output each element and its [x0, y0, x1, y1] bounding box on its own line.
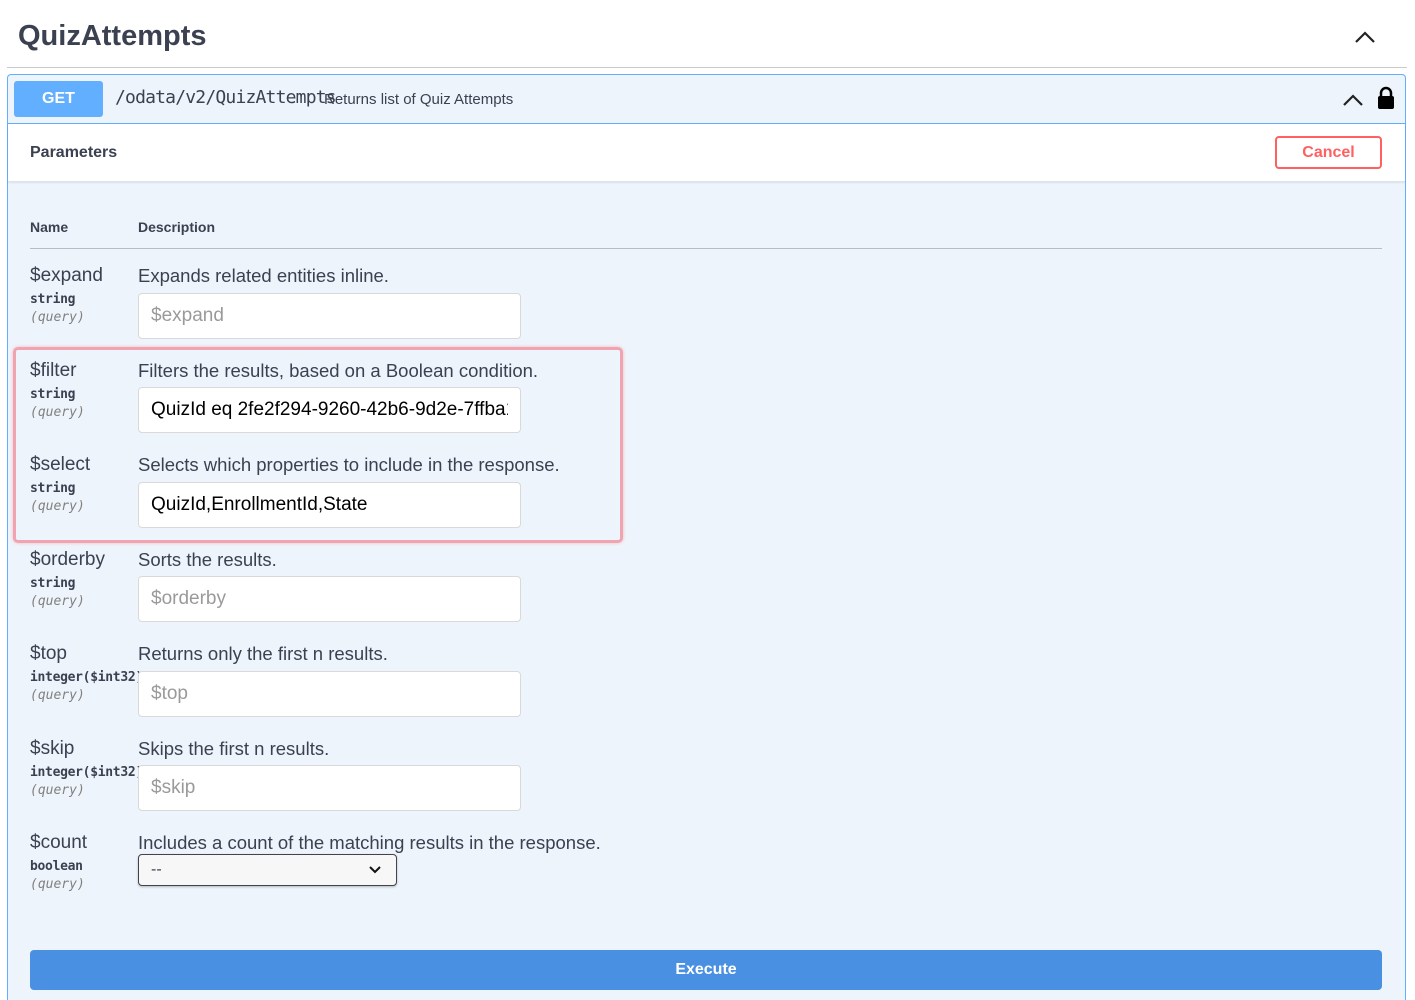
method-badge: GET: [14, 81, 103, 117]
orderby-input[interactable]: [138, 576, 521, 622]
param-description: Skips the first n results.: [138, 738, 330, 759]
count-select[interactable]: --: [138, 854, 397, 886]
parameter-row-orderby: $orderby string (query) Sorts the result…: [30, 549, 1030, 622]
operation-path: /odata/v2/QuizAttempts: [115, 87, 337, 108]
chevron-down-icon: [369, 866, 381, 874]
execute-button[interactable]: Execute: [30, 950, 1382, 990]
skip-input[interactable]: [138, 765, 521, 811]
param-description: Expands related entities inline.: [138, 265, 389, 286]
parameter-row-top: $top integer($int32) (query) Returns onl…: [30, 643, 1030, 717]
parameter-row-expand: $expand string (query) Expands related e…: [30, 265, 1030, 339]
parameters-header: Parameters Cancel: [8, 124, 1405, 182]
parameters-title: Parameters: [30, 144, 118, 161]
count-select-value: --: [151, 861, 162, 878]
tag-header[interactable]: QuizAttempts: [7, 0, 1407, 68]
param-description: Returns only the first n results.: [138, 643, 388, 664]
column-header-description: Description: [138, 219, 216, 235]
highlight-box: [13, 347, 623, 543]
parameter-row-count: $count boolean (query) Includes a count …: [30, 832, 1030, 892]
param-description: Includes a count of the matching results…: [138, 832, 601, 853]
param-description: Sorts the results.: [138, 549, 277, 570]
header-divider: [30, 248, 1382, 249]
parameter-row-skip: $skip integer($int32) (query) Skips the …: [30, 738, 1030, 811]
operation-summary-text: Returns list of Quiz Attempts: [324, 91, 514, 108]
column-header-name: Name: [30, 219, 69, 235]
top-input[interactable]: [138, 671, 521, 717]
tag-title: QuizAttempts: [18, 20, 207, 52]
operation-summary[interactable]: GET /odata/v2/QuizAttempts Returns list …: [8, 75, 1405, 124]
chevron-up-icon[interactable]: [1353, 25, 1377, 49]
lock-icon[interactable]: [1376, 86, 1396, 110]
expand-input[interactable]: [138, 293, 521, 339]
cancel-button[interactable]: Cancel: [1275, 136, 1382, 169]
chevron-up-icon[interactable]: [1341, 88, 1365, 112]
